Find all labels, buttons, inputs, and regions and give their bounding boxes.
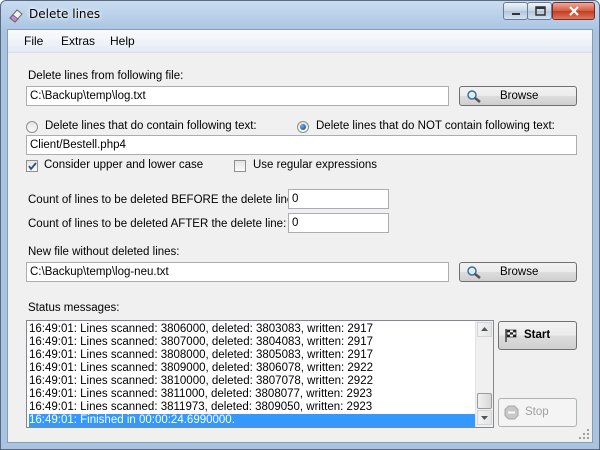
source-file-label: Delete lines from following file:	[28, 70, 184, 82]
radio-not-contain[interactable]	[297, 121, 309, 133]
arrow-up-icon	[481, 327, 488, 331]
eraser-icon	[9, 9, 23, 23]
browse-source-label: Browse	[500, 90, 539, 102]
title-bar[interactable]: Delete lines	[1, 1, 599, 29]
list-item[interactable]: 16:49:01: Lines scanned: 3808000, delete…	[29, 349, 475, 362]
minimize-icon	[512, 13, 520, 15]
magnifier-icon	[467, 90, 481, 103]
list-item[interactable]: 16:49:01: Lines scanned: 3811973, delete…	[29, 401, 475, 414]
radio-contain-label[interactable]: Delete lines that do contain following t…	[45, 120, 257, 132]
regex-label[interactable]: Use regular expressions	[253, 159, 377, 171]
list-item[interactable]: 16:49:01: Lines scanned: 3809000, delete…	[29, 362, 475, 375]
client-area: File Extras Help Delete lines from follo…	[7, 29, 593, 443]
list-item[interactable]: 16:49:01: Lines scanned: 3806000, delete…	[29, 323, 475, 336]
stop-button[interactable]: Stop	[498, 398, 577, 427]
list-item[interactable]: 16:49:01: Lines scanned: 3807000, delete…	[29, 336, 475, 349]
magnifier-icon	[467, 266, 481, 279]
minimize-button[interactable]	[503, 2, 528, 20]
close-icon	[569, 6, 579, 16]
resize-grip-icon[interactable]	[578, 428, 590, 440]
menu-extras[interactable]: Extras	[61, 34, 95, 48]
before-count-input[interactable]: 0	[288, 189, 389, 209]
after-count-label: Count of lines to be deleted AFTER the d…	[28, 218, 287, 230]
source-file-input[interactable]: C:\Backup\temp\log.txt	[26, 86, 449, 106]
menu-file[interactable]: File	[24, 34, 43, 48]
start-button[interactable]: Start	[498, 321, 577, 350]
status-listbox[interactable]: 16:49:01: Lines scanned: 3806000, delete…	[26, 320, 494, 428]
radio-not-contain-label[interactable]: Delete lines that do NOT contain followi…	[316, 120, 555, 132]
list-item-selected[interactable]: 16:49:01: Finished in 00:00:24.6990000.	[29, 414, 475, 427]
start-label: Start	[524, 329, 551, 341]
scroll-up-button[interactable]	[477, 322, 492, 337]
close-button[interactable]	[552, 2, 595, 20]
target-file-label: New file without deleted lines:	[28, 246, 180, 258]
scroll-down-button[interactable]	[477, 410, 492, 425]
browse-source-button[interactable]: Browse	[459, 86, 577, 106]
radio-selected-dot	[300, 124, 306, 130]
menu-bar: File Extras Help	[8, 30, 592, 53]
maximize-button[interactable]	[527, 2, 552, 20]
browse-target-button[interactable]: Browse	[459, 262, 577, 282]
radio-contain[interactable]	[26, 121, 38, 133]
status-label: Status messages:	[28, 302, 120, 314]
checkered-flag-icon	[505, 329, 517, 342]
case-checkbox[interactable]	[26, 160, 38, 172]
before-count-label: Count of lines to be deleted BEFORE the …	[28, 194, 297, 206]
maximize-icon	[535, 6, 546, 16]
status-scrollbar[interactable]	[475, 321, 493, 427]
checkmark-icon	[28, 162, 37, 171]
target-file-input[interactable]: C:\Backup\temp\log-neu.txt	[26, 262, 449, 282]
case-label[interactable]: Consider upper and lower case	[44, 159, 203, 171]
scroll-thumb[interactable]	[477, 393, 492, 409]
arrow-down-icon	[481, 416, 488, 420]
stop-sign-icon	[504, 405, 519, 420]
app-window: Delete lines File Extras Help Delete lin…	[0, 0, 600, 450]
regex-checkbox[interactable]	[234, 160, 246, 172]
after-count-input[interactable]: 0	[288, 213, 389, 233]
window-title: Delete lines	[29, 7, 101, 21]
filter-text-input[interactable]: Client/Bestell.php4	[26, 135, 577, 155]
list-item[interactable]: 16:49:01: Lines scanned: 3811000, delete…	[29, 388, 475, 401]
stop-label: Stop	[525, 406, 549, 418]
menu-help[interactable]: Help	[110, 34, 135, 48]
browse-target-label: Browse	[500, 266, 539, 278]
list-item[interactable]: 16:49:01: Lines scanned: 3810000, delete…	[29, 375, 475, 388]
